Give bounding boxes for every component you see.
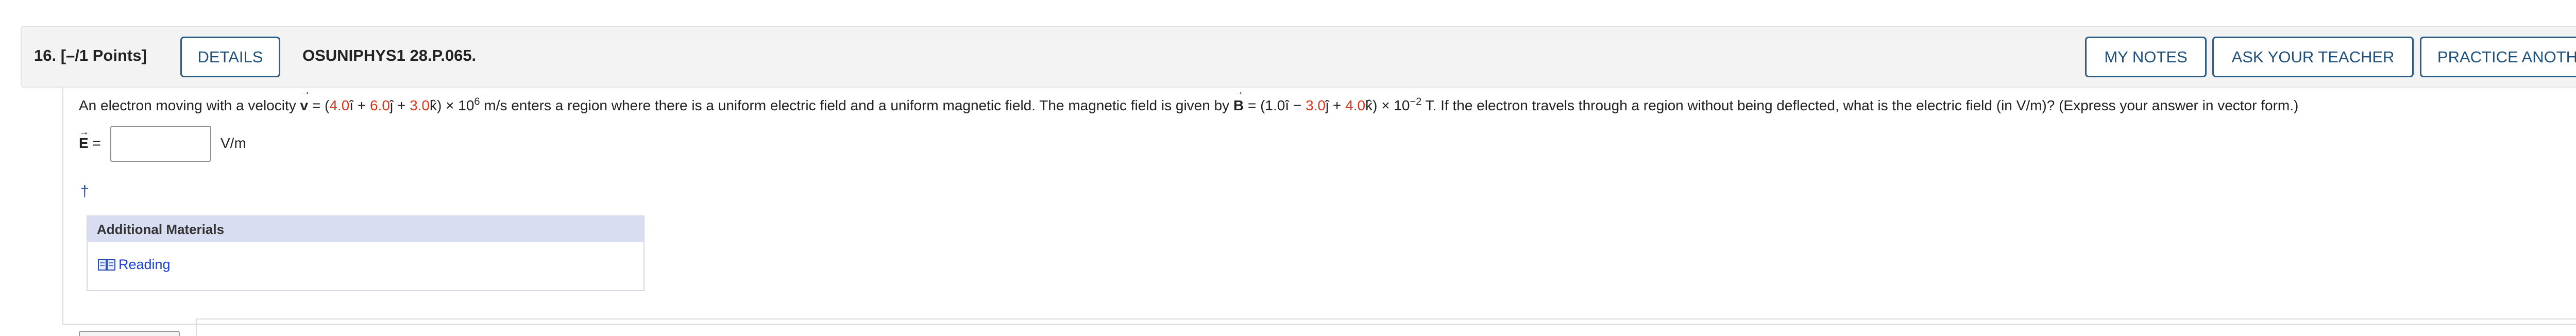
ask-your-teacher-button[interactable]: ASK YOUR TEACHER	[2212, 37, 2414, 77]
electric-field-label: → E =	[79, 126, 101, 151]
dagger-link[interactable]: †	[80, 183, 89, 200]
electric-field-answer-input[interactable]	[110, 126, 211, 162]
velocity-vector-symbol: → v	[300, 86, 311, 113]
reading-label: Reading	[118, 257, 171, 272]
velocity-z-value: 3.0	[410, 97, 430, 113]
answer-panel-edge	[196, 318, 2576, 336]
my-notes-button[interactable]: MY NOTES	[2085, 37, 2207, 77]
additional-materials-title: Additional Materials	[88, 216, 643, 242]
practice-another-button[interactable]: PRACTICE ANOTHER	[2420, 37, 2576, 77]
electric-field-vector-symbol: → E	[79, 126, 89, 151]
question-header: 16. [–/1 Points] DETAILS OSUNIPHYS1 28.P…	[21, 26, 2576, 88]
additional-materials-panel: Additional Materials Reading	[87, 215, 645, 291]
question-number-points: 16. [–/1 Points]	[34, 46, 147, 64]
magnetic-field-vector-symbol: → B	[1233, 86, 1244, 113]
problem-statement: An electron moving with a velocity → v = …	[79, 86, 2298, 116]
answer-unit: V/m	[221, 135, 246, 151]
question-code: OSUNIPHYS1 28.P.065.	[302, 46, 477, 64]
submit-button-partial[interactable]	[79, 331, 180, 336]
question-page: 16. [–/1 Points] DETAILS OSUNIPHYS1 28.P…	[0, 0, 2576, 336]
field-y-value: 3.0	[1306, 97, 1326, 113]
book-icon	[98, 259, 115, 271]
details-button[interactable]: DETAILS	[180, 37, 280, 77]
reading-link[interactable]: Reading	[98, 257, 171, 273]
velocity-y-value: 6.0	[369, 97, 390, 113]
problem-intro: An electron moving with a velocity	[79, 97, 300, 113]
field-z-value: 4.0	[1345, 97, 1366, 113]
velocity-x-value: 4.0	[329, 97, 350, 113]
